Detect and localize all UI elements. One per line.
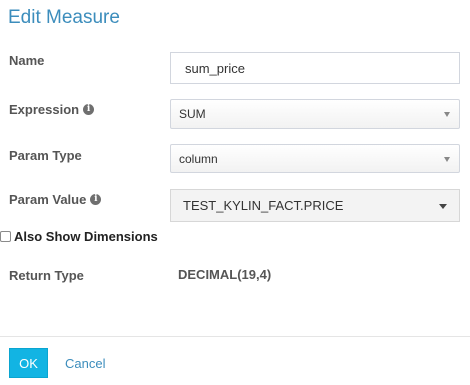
name-label-text: Name (9, 53, 45, 68)
edit-measure-dialog: Edit Measure Name Expression i SUM Param… (0, 0, 470, 385)
chevron-down-icon (444, 156, 450, 162)
param-value-label: Param Value i (9, 192, 102, 207)
ok-button[interactable]: OK (9, 348, 48, 378)
expression-label: Expression i (9, 102, 95, 117)
expression-label-text: Expression (9, 102, 80, 117)
chevron-down-icon (444, 112, 450, 117)
return-type-value: DECIMAL(19,4) (178, 267, 272, 282)
param-type-selected-value: column (179, 151, 218, 166)
info-circle-icon[interactable]: i (90, 194, 102, 205)
return-type-label-text: Return Type (9, 268, 84, 283)
param-value-selected-value: TEST_KYLIN_FACT.PRICE (183, 198, 344, 213)
expression-select[interactable]: SUM (170, 99, 460, 129)
info-circle-icon[interactable]: i (83, 104, 95, 115)
return-type-label: Return Type (9, 268, 84, 283)
param-value-label-text: Param Value (9, 192, 87, 207)
cancel-link[interactable]: Cancel (65, 356, 105, 371)
param-type-label: Param Type (9, 148, 82, 163)
footer-divider (0, 336, 470, 337)
name-input[interactable] (170, 52, 460, 84)
also-show-dimensions-checkbox[interactable] (0, 231, 11, 242)
caret-down-icon (439, 203, 447, 209)
param-value-select[interactable]: TEST_KYLIN_FACT.PRICE (170, 189, 460, 222)
also-show-dimensions-row[interactable]: Also Show Dimensions (0, 229, 158, 244)
name-label: Name (9, 53, 44, 68)
also-show-dimensions-label: Also Show Dimensions (14, 229, 158, 244)
param-type-select[interactable]: column (170, 144, 460, 173)
expression-selected-value: SUM (179, 107, 206, 121)
dialog-title: Edit Measure (8, 7, 120, 28)
param-type-label-text: Param Type (9, 148, 82, 163)
